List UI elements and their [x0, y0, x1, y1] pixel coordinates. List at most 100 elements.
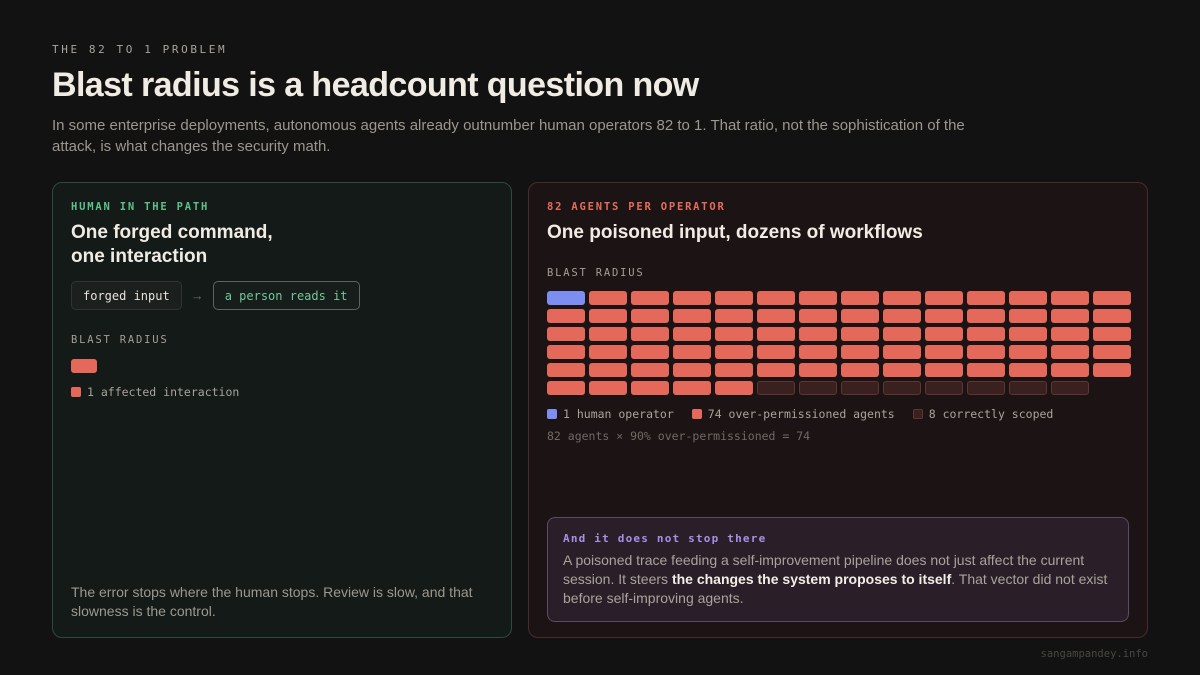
scoped-agent-cell: [883, 381, 921, 395]
over-permissioned-agent-cell: [1051, 345, 1089, 359]
callout-box: And it does not stop there A poisoned tr…: [547, 517, 1129, 622]
over-permissioned-agent-cell: [967, 363, 1005, 377]
human-path-footer: The error stops where the human stops. R…: [71, 584, 473, 619]
page-subtitle: In some enterprise deployments, autonomo…: [52, 117, 965, 155]
over-permissioned-agent-cell: [631, 309, 669, 323]
agents-kicker: 82 AGENTS PER OPERATOR: [547, 201, 726, 213]
over-permissioned-agent-cell: [925, 363, 963, 377]
over-permissioned-agent-cell: [673, 309, 711, 323]
legend-scoped-label: 8 correctly scoped: [928, 407, 1054, 421]
forged-input-chip: forged input: [71, 281, 182, 310]
over-permissioned-agent-cell: [967, 291, 1005, 305]
over-permissioned-agent-cell: [673, 381, 711, 395]
over-permissioned-agent-cell: [841, 327, 879, 341]
over-permissioned-agent-cell: [1051, 291, 1089, 305]
over-permissioned-agent-cell: [925, 345, 963, 359]
over-permissioned-agent-cell: [715, 327, 753, 341]
swatch-over: [691, 409, 702, 419]
agents-card: 82 AGENTS PER OPERATOR One poisoned inpu…: [528, 182, 1148, 638]
over-permissioned-agent-cell: [631, 327, 669, 341]
over-permissioned-agent-cell: [799, 363, 837, 377]
over-permissioned-agent-cell: [799, 345, 837, 359]
affected-interaction-cell: [71, 359, 97, 373]
legend-human: 1 human operator: [547, 407, 674, 421]
over-permissioned-agent-cell: [631, 345, 669, 359]
over-permissioned-agent-cell: [883, 327, 921, 341]
over-permissioned-agent-cell: [925, 327, 963, 341]
over-permissioned-agent-cell: [1009, 327, 1047, 341]
over-permissioned-agent-cell: [631, 363, 669, 377]
over-permissioned-agent-cell: [715, 381, 753, 395]
flow-diagram: forged input → a person reads it: [71, 281, 360, 310]
over-permissioned-agent-cell: [757, 291, 795, 305]
over-permissioned-agent-cell: [589, 345, 627, 359]
person-reads-chip: a person reads it: [212, 281, 360, 310]
human-path-kicker: HUMAN IN THE PATH: [71, 201, 210, 213]
scoped-agent-cell: [925, 381, 963, 395]
over-permissioned-agent-cell: [757, 363, 795, 377]
over-permissioned-agent-cell: [1009, 363, 1047, 377]
over-permissioned-agent-cell: [925, 309, 963, 323]
legend-over-label: 74 over-permissioned agents: [707, 407, 895, 421]
agents-title: One poisoned input, dozens of workflows: [547, 222, 923, 243]
human-path-title-line2: one interaction: [71, 246, 208, 267]
left-legend: 1 affected interaction: [71, 385, 257, 399]
over-permissioned-agent-cell: [1093, 291, 1131, 305]
over-permissioned-agent-cell: [589, 381, 627, 395]
legend-human-label: 1 human operator: [563, 407, 674, 421]
over-permissioned-agent-cell: [967, 345, 1005, 359]
over-permissioned-agent-cell: [841, 309, 879, 323]
human-operator-cell: [547, 291, 585, 305]
callout-title: And it does not stop there: [563, 532, 767, 545]
over-permissioned-agent-cell: [589, 363, 627, 377]
blast-radius-label: BLAST RADIUS: [547, 267, 645, 279]
over-permissioned-agent-cell: [589, 327, 627, 341]
over-permissioned-agent-cell: [883, 345, 921, 359]
over-permissioned-agent-cell: [799, 291, 837, 305]
scoped-agent-cell: [841, 381, 879, 395]
over-permissioned-agent-cell: [841, 363, 879, 377]
over-permissioned-agent-cell: [631, 291, 669, 305]
over-permissioned-agent-cell: [1051, 327, 1089, 341]
right-legend: 1 human operator 74 over-permissioned ag…: [547, 407, 1071, 421]
swatch-scoped: [912, 409, 923, 419]
swatch-affected: [71, 387, 81, 397]
scoped-agent-cell: [1009, 381, 1047, 395]
over-permissioned-agent-cell: [715, 291, 753, 305]
over-permissioned-agent-cell: [1093, 345, 1131, 359]
over-permissioned-agent-cell: [547, 363, 585, 377]
over-permissioned-agent-cell: [673, 345, 711, 359]
over-permissioned-agent-cell: [757, 327, 795, 341]
over-permissioned-agent-cell: [883, 363, 921, 377]
over-permissioned-agent-cell: [1093, 327, 1131, 341]
legend-affected-label: 1 affected interaction: [87, 385, 240, 399]
human-path-card: HUMAN IN THE PATH One forged command, on…: [52, 182, 512, 638]
scoped-agent-cell: [799, 381, 837, 395]
over-permissioned-agent-cell: [757, 309, 795, 323]
blast-radius-label: BLAST RADIUS: [71, 334, 169, 346]
over-permissioned-agent-cell: [715, 309, 753, 323]
arrow-right-icon: →: [190, 288, 204, 303]
over-permissioned-agent-cell: [841, 291, 879, 305]
over-permissioned-agent-cell: [883, 291, 921, 305]
over-permissioned-agent-cell: [757, 345, 795, 359]
over-permissioned-agent-cell: [631, 381, 669, 395]
scoped-agent-cell: [967, 381, 1005, 395]
over-permissioned-agent-cell: [1009, 345, 1047, 359]
over-permissioned-agent-cell: [589, 291, 627, 305]
over-permissioned-agent-cell: [841, 345, 879, 359]
over-permissioned-agent-cell: [1093, 309, 1131, 323]
over-permissioned-agent-cell: [547, 327, 585, 341]
over-permissioned-agent-cell: [967, 309, 1005, 323]
callout-body: A poisoned trace feeding a self-improvem…: [563, 551, 1108, 608]
over-permissioned-agent-cell: [1009, 309, 1047, 323]
over-permissioned-agent-cell: [925, 291, 963, 305]
callout-body-emphasis: the changes the system proposes to itsel…: [671, 571, 952, 587]
over-permissioned-agent-cell: [715, 363, 753, 377]
over-permissioned-agent-cell: [967, 327, 1005, 341]
legend-affected: 1 affected interaction: [71, 385, 239, 399]
scoped-agent-cell: [1051, 381, 1089, 395]
over-permissioned-agent-cell: [1093, 363, 1131, 377]
human-path-title-line1: One forged command,: [71, 222, 273, 243]
site-watermark: sangampandey.info: [1040, 648, 1148, 660]
